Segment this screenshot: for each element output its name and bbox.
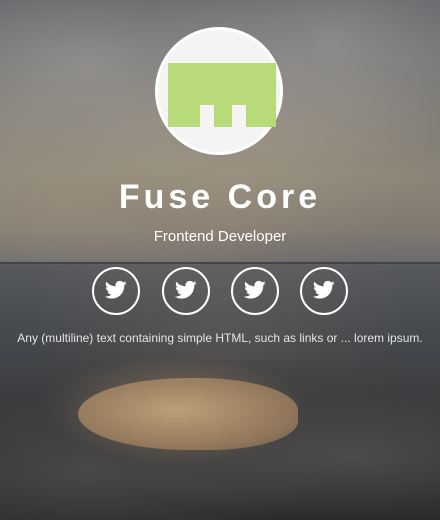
- twitter-link-1[interactable]: [92, 267, 140, 315]
- twitter-link-4[interactable]: [300, 267, 348, 315]
- twitter-icon: [175, 280, 197, 299]
- profile-role: Frontend Developer: [153, 228, 287, 245]
- twitter-icon: [244, 280, 266, 299]
- block-logo-icon: [168, 63, 276, 127]
- twitter-link-3[interactable]: [231, 267, 279, 315]
- profile-name: Fuse Core: [118, 178, 322, 216]
- twitter-icon: [105, 280, 127, 299]
- avatar: [155, 27, 283, 155]
- twitter-link-2[interactable]: [162, 267, 210, 315]
- social-links: [0, 267, 440, 315]
- twitter-icon: [313, 280, 335, 299]
- profile-card: Fuse Core Frontend Developer Any (multil…: [0, 0, 440, 520]
- profile-description: Any (multiline) text containing simple H…: [17, 331, 423, 345]
